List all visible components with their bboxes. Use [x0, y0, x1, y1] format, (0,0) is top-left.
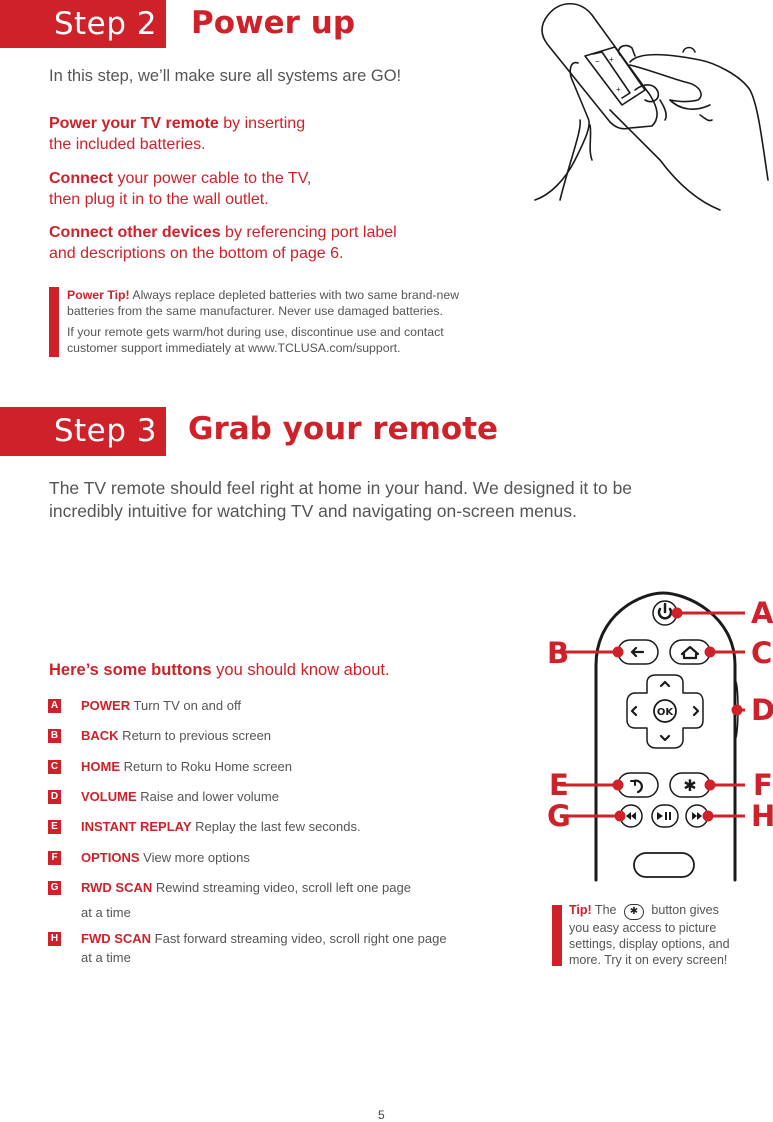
button-desc-continued: at a time: [81, 950, 131, 965]
power-tip-bar: [49, 287, 59, 357]
home-button: [669, 639, 711, 665]
button-desc: Return to Roku Home screen: [120, 759, 292, 774]
button-name: INSTANT REPLAY: [81, 819, 192, 834]
tip-text: you easy access to picture: [569, 921, 717, 935]
svg-text:+: +: [609, 55, 614, 64]
button-name: RWD SCAN: [81, 880, 153, 895]
button-desc: Replay the last few seconds.: [191, 819, 361, 834]
power-tip-text: batteries from the same manufacturer. Ne…: [67, 304, 443, 318]
instruction-text: your power cable to the TV,: [113, 170, 312, 187]
left-arrow: [630, 705, 638, 717]
step-3-title: Grab your remote: [188, 411, 499, 447]
ok-label: OK: [657, 707, 675, 718]
letter-badge: H: [48, 932, 61, 946]
button-desc-continued: at a time: [81, 905, 131, 920]
tip-text: settings, display options, and: [569, 937, 730, 951]
step-2-title: Power up: [191, 5, 356, 41]
power-remote-instruction: Power your TV remote by inserting the in…: [49, 113, 305, 155]
callout-f: F: [753, 768, 773, 802]
buttons-heading-bold: Here’s some buttons: [49, 661, 212, 679]
button-desc: Raise and lower volume: [136, 789, 279, 804]
connect-devices-instruction: Connect other devices by referencing por…: [49, 222, 397, 264]
step-3-intro: The TV remote should feel right at home …: [49, 477, 632, 523]
down-arrow: [659, 734, 671, 742]
svg-text:+: +: [616, 85, 621, 94]
tip-label: Tip!: [569, 903, 592, 917]
step-2-badge: Step 2: [0, 0, 166, 48]
callout-a: A: [751, 596, 773, 630]
power-tip-text: Always replace depleted batteries with t…: [129, 288, 460, 302]
letter-badge: C: [48, 760, 61, 774]
callout-e: E: [549, 768, 569, 802]
letter-badge: G: [48, 881, 61, 895]
tip-bar: [552, 905, 562, 966]
play-pause-icon: [657, 812, 671, 820]
letter-badge: A: [48, 699, 61, 713]
button-name: OPTIONS: [81, 850, 140, 865]
power-tip: Power Tip! Always replace depleted batte…: [67, 287, 459, 356]
instruction-text: by inserting: [218, 115, 306, 132]
buttons-heading: Here’s some buttons you should know abou…: [49, 661, 390, 680]
power-tip-text: customer support immediately at www.TCLU…: [67, 341, 401, 355]
callout-g: G: [547, 799, 571, 833]
up-arrow: [659, 680, 671, 688]
intro-line: incredibly intuitive for watching TV and…: [49, 501, 577, 521]
fast-forward-icon: [692, 812, 702, 820]
instruction-text: then plug it in to the wall outlet.: [49, 191, 269, 208]
letter-badge: E: [48, 820, 61, 834]
instruction-text: the included batteries.: [49, 136, 206, 153]
letter-badge: D: [48, 790, 61, 804]
rewind-icon: [626, 812, 636, 820]
button-name: HOME: [81, 759, 120, 774]
button-name: VOLUME: [81, 789, 137, 804]
button-name: BACK: [81, 728, 119, 743]
asterisk-icon: ✱: [683, 776, 696, 795]
connect-cable-instruction: Connect your power cable to the TV, then…: [49, 168, 311, 210]
instruction-bold: Connect: [49, 170, 113, 187]
asterisk-icon: ✱: [623, 904, 644, 920]
button-desc: Rewind streaming video, scroll left one …: [152, 880, 411, 895]
letter-badge: B: [48, 729, 61, 743]
button-desc: View more options: [139, 850, 250, 865]
callout-d: D: [751, 693, 773, 727]
tip-text: The: [591, 903, 620, 917]
step-3-badge: Step 3: [0, 407, 166, 456]
callout-c: C: [751, 636, 773, 670]
instruction-text: and descriptions on the bottom of page 6…: [49, 245, 344, 262]
step-2-intro: In this step, we’ll make sure all system…: [49, 67, 402, 85]
tip-text: more. Try it on every screen!: [569, 953, 728, 967]
callout-h: H: [751, 799, 773, 833]
options-tip: Tip! The ✱ button gives you easy access …: [569, 902, 730, 968]
power-tip-text: If your remote gets warm/hot during use,…: [67, 325, 444, 339]
playback-icons: [626, 812, 702, 820]
buttons-heading-rest: you should know about.: [211, 661, 390, 679]
svg-text:−: −: [595, 57, 600, 66]
page-number: 5: [378, 1108, 385, 1122]
button-desc: Return to previous screen: [118, 728, 272, 743]
hands-inserting-batteries-illustration: − + +: [534, 2, 769, 211]
letter-badge: F: [48, 851, 61, 865]
tip-text: button gives: [647, 903, 719, 917]
button-desc: Fast forward streaming video, scroll rig…: [151, 931, 447, 946]
right-arrow: [692, 705, 700, 717]
intro-line: The TV remote should feel right at home …: [49, 478, 633, 498]
streaming-channel-button: [633, 852, 695, 878]
callout-b: B: [547, 636, 570, 670]
remote-body-outline: [594, 591, 737, 882]
button-name: FWD SCAN: [81, 931, 152, 946]
power-tip-label: Power Tip!: [67, 288, 130, 302]
button-desc: Turn TV on and off: [130, 698, 241, 713]
button-name: POWER: [81, 698, 131, 713]
instruction-bold: Connect other devices: [49, 224, 221, 241]
instant-replay-button: [617, 772, 659, 798]
back-button: [617, 639, 659, 665]
remote-diagram: OK ✱: [560, 591, 745, 882]
instruction-text: by referencing port label: [220, 224, 397, 241]
instruction-bold: Power your TV remote: [49, 115, 219, 132]
